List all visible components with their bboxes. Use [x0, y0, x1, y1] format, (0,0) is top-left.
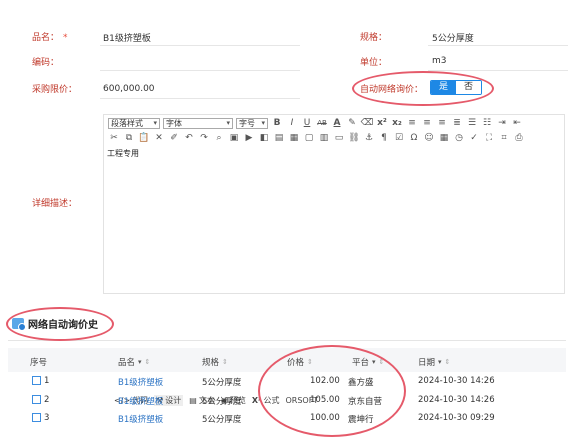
spec-underline: [428, 45, 568, 46]
code-field[interactable]: [103, 56, 298, 68]
spec-label: 规格：: [360, 33, 388, 43]
sort-icon[interactable]: ⇕: [222, 358, 228, 366]
template-icon[interactable]: ▢: [303, 132, 315, 144]
copy-icon[interactable]: ⧉: [123, 132, 135, 144]
hr-icon[interactable]: ▭: [333, 132, 345, 144]
limit-price-value: 600,000.00: [103, 84, 155, 94]
row-checkbox[interactable]: [32, 376, 41, 385]
paste-icon[interactable]: 📋: [138, 132, 150, 144]
ordered-list-icon[interactable]: ☰: [466, 117, 478, 129]
row-name-link[interactable]: B1级挤塑板: [118, 376, 163, 388]
format-painter-icon[interactable]: ✐: [168, 132, 180, 144]
name-value: B1级挤塑板: [103, 34, 151, 44]
strikethrough-icon[interactable]: AB: [316, 117, 328, 129]
omega-icon[interactable]: Ω: [408, 132, 420, 144]
outdent-icon[interactable]: ⇤: [511, 117, 523, 129]
editor-toolbar-row-2: ✂ ⧉ 📋 ✕ ✐ ↶ ↷ ⌕ ▣ ▶ ◧ ▤ ▦ ▢ ▥ ▭ ⛓ ⚓ ¶ ☑ …: [104, 131, 525, 145]
section-divider: [8, 340, 566, 341]
anchor-icon[interactable]: ⚓: [363, 132, 375, 144]
row-date: 2024-10-30 14:26: [418, 376, 495, 386]
row-spec: 5公分厚度: [202, 397, 242, 407]
unit-underline: [428, 70, 568, 71]
row-name-link[interactable]: B1级挤塑板: [118, 413, 163, 425]
annotation-ring-history: [6, 307, 114, 341]
name-label: 品名： *: [32, 33, 68, 43]
unit-value: m3: [432, 56, 447, 66]
link-icon[interactable]: ⛓: [348, 132, 360, 144]
unordered-list-icon[interactable]: ☷: [481, 117, 493, 129]
text-icon: ▤: [189, 396, 197, 405]
superscript-icon[interactable]: x²: [376, 117, 388, 129]
annotation-ring-price-platform: [258, 345, 406, 437]
limit-price-label: 采购限价：: [32, 85, 78, 95]
undo-icon[interactable]: ↶: [183, 132, 195, 144]
annotation-ring-toggle: [352, 71, 494, 106]
align-right-icon[interactable]: ≡: [436, 117, 448, 129]
print-icon[interactable]: ⎙: [513, 132, 525, 144]
font-select[interactable]: 字体 ▾: [163, 117, 233, 129]
underline-icon[interactable]: U: [301, 117, 313, 129]
sort-icon[interactable]: ⇕: [145, 358, 151, 366]
media-icon[interactable]: ▶: [243, 132, 255, 144]
table-icon[interactable]: ▦: [288, 132, 300, 144]
col-index: 序号: [30, 358, 48, 368]
clear-format-icon[interactable]: ⌫: [361, 117, 374, 129]
font-size-select[interactable]: 字号 ▾: [236, 117, 268, 129]
clock-icon[interactable]: ◷: [453, 132, 465, 144]
checkbox-icon[interactable]: ☑: [393, 132, 405, 144]
spellcheck-icon[interactable]: ✓: [468, 132, 480, 144]
align-center-icon[interactable]: ≡: [421, 117, 433, 129]
italic-icon[interactable]: I: [286, 117, 298, 129]
file-icon[interactable]: ▤: [273, 132, 285, 144]
col-spec[interactable]: 规格 ⇕: [202, 356, 228, 368]
bold-icon[interactable]: B: [271, 117, 283, 129]
delete-icon[interactable]: ✕: [153, 132, 165, 144]
row-index: 2: [44, 395, 50, 405]
rich-text-editor[interactable]: 段落样式 ▾ 字体 ▾ 字号 ▾ B I U AB A ✎ ⌫ x² x₂ ≡ ≡ ≡…: [103, 114, 565, 406]
paragraph-icon[interactable]: ¶: [378, 132, 390, 144]
code-underline: [100, 70, 300, 71]
row-name-link[interactable]: B1级挤塑板: [118, 395, 163, 407]
paragraph-format-select[interactable]: 段落样式 ▾: [108, 117, 160, 129]
unit-label: 单位：: [360, 58, 388, 68]
detail-label: 详细描述：: [32, 199, 78, 209]
flash-icon[interactable]: ◧: [258, 132, 270, 144]
align-left-icon[interactable]: ≡: [406, 117, 418, 129]
image-icon[interactable]: ▣: [228, 132, 240, 144]
find-icon[interactable]: ⌕: [213, 132, 225, 144]
source-icon[interactable]: ⌗: [498, 132, 510, 144]
spec-value: 5公分厚度: [432, 34, 474, 44]
chevron-down-icon[interactable]: ▾: [438, 358, 442, 366]
col-date[interactable]: 日期 ▾ ⇕: [418, 356, 450, 368]
highlight-icon[interactable]: ✎: [346, 117, 358, 129]
chevron-down-icon[interactable]: ▾: [138, 358, 142, 366]
editor-content[interactable]: 工程专用: [107, 148, 139, 159]
editor-toolbar-row-1: 段落样式 ▾ 字体 ▾ 字号 ▾ B I U AB A ✎ ⌫ x² x₂ ≡ ≡ ≡…: [104, 116, 523, 130]
emoji-icon[interactable]: ☺: [423, 132, 435, 144]
font-color-icon[interactable]: A: [331, 117, 343, 129]
col-name[interactable]: 品名 ▾ ⇕: [118, 356, 150, 368]
required-star: *: [63, 33, 68, 43]
code-label: 编码：: [32, 58, 60, 68]
row-spec: 5公分厚度: [202, 415, 242, 425]
limit-price-underline: [100, 98, 300, 99]
align-justify-icon[interactable]: ≣: [451, 117, 463, 129]
fullscreen-icon[interactable]: ⛶: [483, 132, 495, 144]
row-checkbox[interactable]: [32, 395, 41, 404]
subscript-icon[interactable]: x₂: [391, 117, 403, 129]
row-date: 2024-10-30 09:29: [418, 413, 495, 423]
layout-icon[interactable]: ▥: [318, 132, 330, 144]
row-checkbox[interactable]: [32, 413, 41, 422]
indent-icon[interactable]: ⇥: [496, 117, 508, 129]
sort-icon[interactable]: ⇕: [445, 358, 451, 366]
cut-icon[interactable]: ✂: [108, 132, 120, 144]
redo-icon[interactable]: ↷: [198, 132, 210, 144]
row-index: 3: [44, 413, 50, 423]
row-spec: 5公分厚度: [202, 378, 242, 388]
calendar-icon[interactable]: ▦: [438, 132, 450, 144]
row-index: 1: [44, 376, 50, 386]
name-underline: [100, 45, 300, 46]
row-date: 2024-10-30 14:26: [418, 395, 495, 405]
